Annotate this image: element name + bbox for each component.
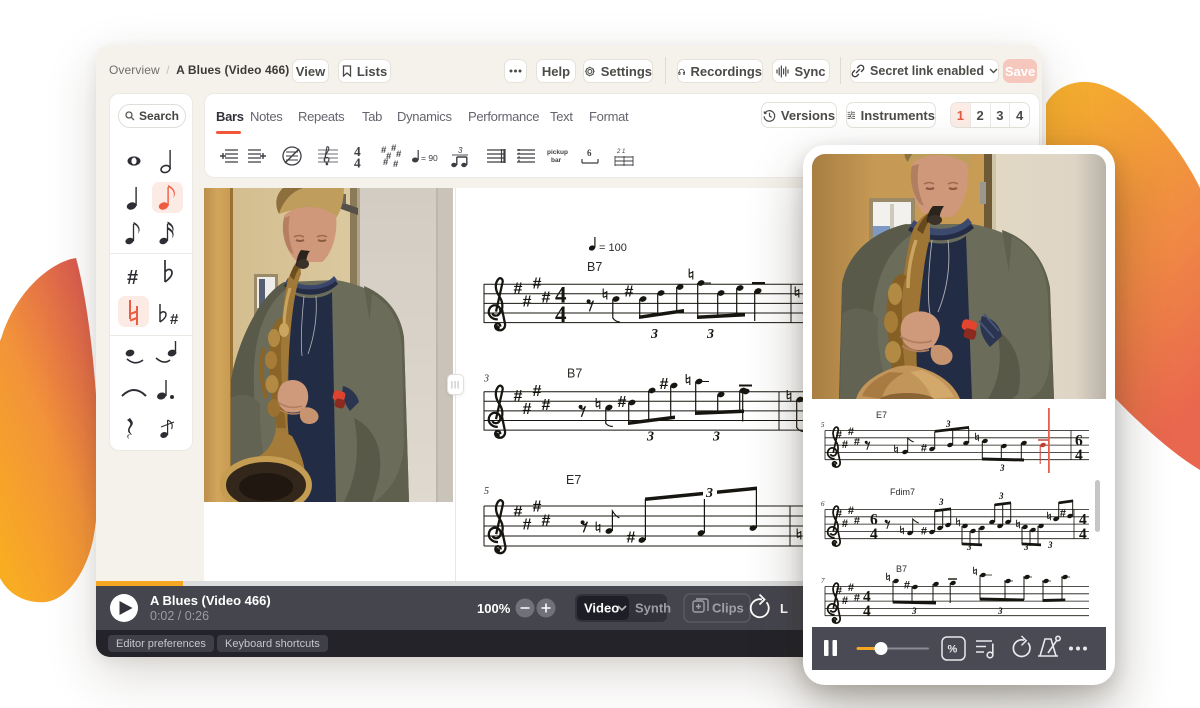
svg-text:3: 3 — [1047, 540, 1053, 550]
svg-text:Synth: Synth — [635, 601, 671, 616]
svg-text:3: 3 — [945, 419, 951, 429]
svg-text:3: 3 — [911, 606, 917, 616]
svg-text:4: 4 — [1079, 526, 1087, 543]
svg-text:3: 3 — [999, 463, 1005, 473]
svg-text:Clips: Clips — [712, 601, 744, 616]
svg-text:3: 3 — [1023, 542, 1029, 552]
svg-text:3: 3 — [650, 327, 658, 342]
svg-text:%: % — [948, 644, 958, 656]
svg-text:3: 3 — [706, 327, 714, 342]
svg-text:E7: E7 — [876, 410, 887, 420]
svg-text:3: 3 — [998, 491, 1004, 501]
svg-text:#: # — [127, 267, 138, 289]
svg-text:B7: B7 — [896, 564, 907, 574]
svg-text:7: 7 — [821, 577, 825, 585]
svg-text:= 100: = 100 — [599, 242, 627, 254]
svg-text:3: 3 — [938, 497, 944, 507]
svg-text:bar: bar — [551, 157, 562, 164]
svg-text:3: 3 — [966, 542, 972, 552]
svg-text:= 90: = 90 — [421, 153, 438, 163]
svg-text:#: # — [170, 311, 179, 328]
svg-text:4: 4 — [354, 156, 361, 169]
svg-text:#: # — [383, 157, 389, 168]
svg-text:6: 6 — [821, 500, 825, 508]
svg-text:3: 3 — [705, 486, 713, 501]
svg-text:5: 5 — [484, 486, 489, 497]
svg-text:E7: E7 — [566, 473, 581, 487]
svg-text:0:02 / 0:26: 0:02 / 0:26 — [150, 609, 209, 623]
svg-text:5: 5 — [821, 421, 825, 429]
svg-text:3: 3 — [458, 146, 463, 155]
svg-text:2 1: 2 1 — [616, 149, 625, 155]
svg-text:Fdim7: Fdim7 — [890, 487, 915, 497]
svg-text:#: # — [393, 159, 399, 168]
svg-text:4: 4 — [555, 302, 567, 327]
svg-text:pickup: pickup — [547, 149, 568, 156]
svg-text:4: 4 — [1075, 447, 1083, 464]
svg-text:B7: B7 — [567, 367, 582, 381]
svg-text:L: L — [780, 601, 788, 616]
svg-text:A Blues (Video 466): A Blues (Video 466) — [150, 593, 271, 608]
svg-text:Video: Video — [584, 601, 619, 616]
svg-text:4: 4 — [863, 603, 871, 620]
svg-text:3: 3 — [483, 374, 489, 385]
svg-text:3: 3 — [712, 430, 720, 445]
svg-text:3: 3 — [646, 430, 654, 445]
svg-text:B7: B7 — [587, 260, 602, 274]
svg-text:6: 6 — [587, 148, 592, 158]
svg-text:3: 3 — [997, 606, 1003, 616]
svg-text:4: 4 — [870, 526, 878, 543]
svg-text:100%: 100% — [477, 601, 511, 616]
